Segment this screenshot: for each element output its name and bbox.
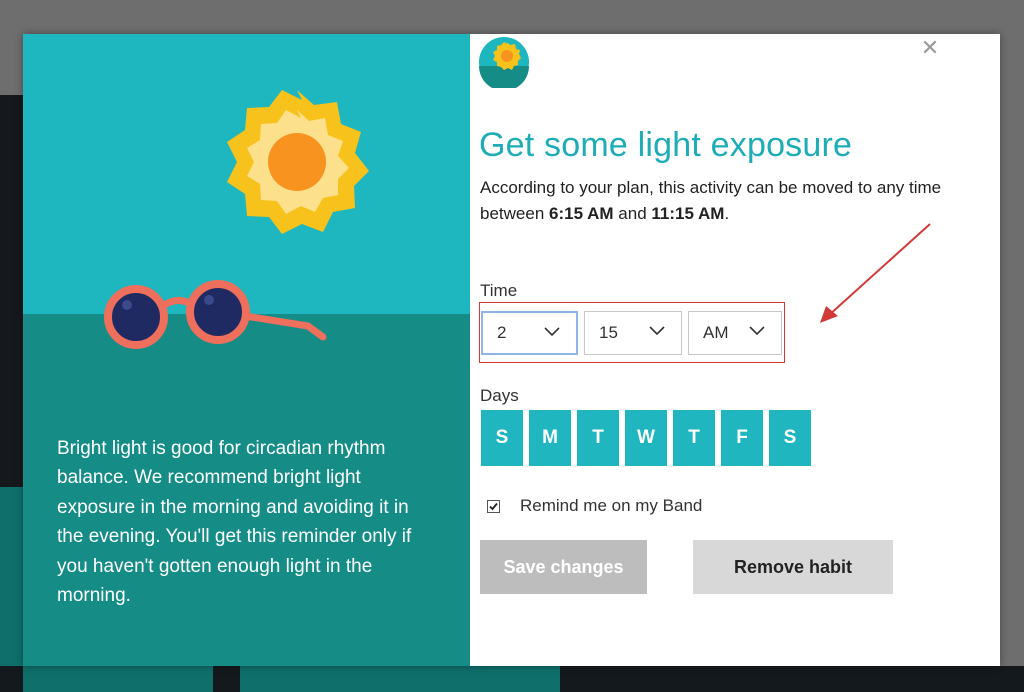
sun-avatar-icon: [479, 37, 529, 88]
info-text: Bright light is good for circadian rhyth…: [57, 438, 412, 607]
hour-select[interactable]: 2: [481, 311, 578, 355]
days-label: Days: [480, 386, 519, 405]
background-app-panel: [0, 487, 23, 692]
chevron-down-icon: [649, 326, 665, 336]
sun-and-sunglasses-illustration: [104, 90, 369, 349]
sun-core: [268, 133, 326, 191]
annotation-arrow-icon: [820, 223, 931, 323]
chevron-down-icon: [749, 326, 765, 336]
day-toggle-saturday[interactable]: S: [769, 410, 811, 466]
info-panel: Bright light is good for circadian rhyth…: [23, 34, 470, 666]
glasses-bridge: [160, 297, 193, 309]
minute-value: 15: [599, 323, 618, 342]
chevron-down-icon: [544, 327, 560, 337]
dialog-title: Get some light exposure: [479, 126, 853, 164]
day-toggle-wednesday[interactable]: W: [625, 410, 667, 466]
day-toggle-friday[interactable]: F: [721, 410, 763, 466]
end-time: 11:15 AM: [651, 204, 725, 223]
ampm-value: AM: [703, 323, 729, 342]
background-app-tile: [240, 666, 560, 692]
start-time: 6:15 AM: [549, 204, 614, 223]
remind-checkbox[interactable]: [487, 499, 500, 513]
save-changes-button[interactable]: Save changes: [480, 540, 647, 594]
time-label: Time: [480, 281, 518, 300]
glasses-lens-left: [104, 285, 168, 349]
hour-value: 2: [497, 323, 507, 342]
remind-label: Remind me on my Band: [520, 496, 703, 515]
day-toggle-sunday[interactable]: S: [481, 410, 523, 466]
ampm-select[interactable]: AM: [688, 311, 782, 355]
day-toggle-tuesday[interactable]: T: [577, 410, 619, 466]
glasses-lens-right: [186, 280, 250, 344]
minute-select[interactable]: 15: [584, 311, 682, 355]
description-text: and: [613, 204, 652, 223]
checkmark-icon: [489, 502, 498, 510]
day-toggle-thursday[interactable]: T: [673, 410, 715, 466]
background-app-tile: [23, 666, 213, 692]
background-app-panel: [0, 95, 23, 487]
description-text: .: [724, 204, 730, 223]
remove-habit-button[interactable]: Remove habit: [693, 540, 893, 594]
background-app-tile: [560, 666, 650, 692]
remind-option[interactable]: Remind me on my Band: [487, 496, 702, 516]
day-toggle-monday[interactable]: M: [529, 410, 571, 466]
close-icon[interactable]: ✕: [916, 34, 944, 62]
days-selector: S M T W T F S: [481, 410, 811, 466]
